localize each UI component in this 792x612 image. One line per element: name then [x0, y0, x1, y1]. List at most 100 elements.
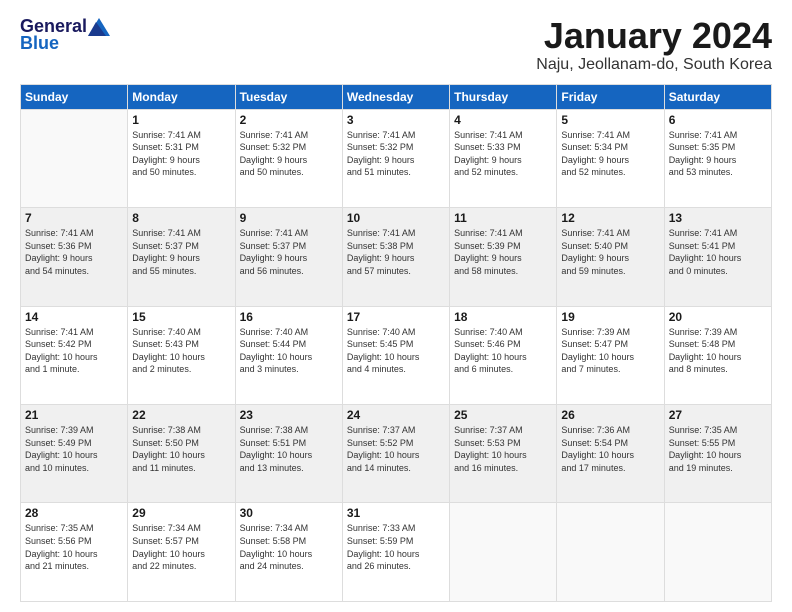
day-number: 2 — [240, 113, 338, 127]
table-row: 9 Sunrise: 7:41 AMSunset: 5:37 PMDaylight… — [235, 208, 342, 306]
day-number: 12 — [561, 211, 659, 225]
day-number: 6 — [669, 113, 767, 127]
table-row — [450, 503, 557, 602]
day-number: 14 — [25, 310, 123, 324]
day-info: Sunrise: 7:34 AMSunset: 5:58 PMDaylight:… — [240, 522, 338, 572]
day-number: 19 — [561, 310, 659, 324]
header-thursday: Thursday — [450, 84, 557, 109]
day-info: Sunrise: 7:39 AMSunset: 5:49 PMDaylight:… — [25, 424, 123, 474]
table-row: 17 Sunrise: 7:40 AMSunset: 5:45 PMDayligh… — [342, 306, 449, 404]
day-info: Sunrise: 7:40 AMSunset: 5:43 PMDaylight:… — [132, 326, 230, 376]
table-row: 22 Sunrise: 7:38 AMSunset: 5:50 PMDayligh… — [128, 405, 235, 503]
table-row: 25 Sunrise: 7:37 AMSunset: 5:53 PMDayligh… — [450, 405, 557, 503]
table-row: 7 Sunrise: 7:41 AMSunset: 5:36 PMDaylight… — [21, 208, 128, 306]
table-row: 24 Sunrise: 7:37 AMSunset: 5:52 PMDayligh… — [342, 405, 449, 503]
table-row: 5 Sunrise: 7:41 AMSunset: 5:34 PMDaylight… — [557, 109, 664, 207]
table-row: 1 Sunrise: 7:41 AMSunset: 5:31 PMDaylight… — [128, 109, 235, 207]
day-info: Sunrise: 7:40 AMSunset: 5:46 PMDaylight:… — [454, 326, 552, 376]
logo-blue-text: Blue — [20, 33, 59, 54]
header: General Blue January 2024 Naju, Jeollana… — [20, 16, 772, 74]
day-info: Sunrise: 7:41 AMSunset: 5:32 PMDaylight:… — [240, 129, 338, 179]
day-info: Sunrise: 7:34 AMSunset: 5:57 PMDaylight:… — [132, 522, 230, 572]
table-row — [664, 503, 771, 602]
day-number: 16 — [240, 310, 338, 324]
calendar-week-row: 1 Sunrise: 7:41 AMSunset: 5:31 PMDaylight… — [21, 109, 772, 207]
day-info: Sunrise: 7:39 AMSunset: 5:47 PMDaylight:… — [561, 326, 659, 376]
day-number: 3 — [347, 113, 445, 127]
table-row: 28 Sunrise: 7:35 AMSunset: 5:56 PMDayligh… — [21, 503, 128, 602]
day-info: Sunrise: 7:38 AMSunset: 5:51 PMDaylight:… — [240, 424, 338, 474]
title-section: January 2024 Naju, Jeollanam-do, South K… — [536, 16, 772, 74]
day-info: Sunrise: 7:37 AMSunset: 5:52 PMDaylight:… — [347, 424, 445, 474]
table-row: 19 Sunrise: 7:39 AMSunset: 5:47 PMDayligh… — [557, 306, 664, 404]
day-number: 25 — [454, 408, 552, 422]
table-row: 27Sunrise: 7:35 AMSunset: 5:55 PMDayligh… — [664, 405, 771, 503]
day-number: 22 — [132, 408, 230, 422]
day-number: 20 — [669, 310, 767, 324]
day-number: 10 — [347, 211, 445, 225]
day-info: Sunrise: 7:41 AMSunset: 5:37 PMDaylight:… — [240, 227, 338, 277]
day-info: Sunrise: 7:40 AMSunset: 5:45 PMDaylight:… — [347, 326, 445, 376]
day-number: 28 — [25, 506, 123, 520]
calendar-week-row: 21 Sunrise: 7:39 AMSunset: 5:49 PMDayligh… — [21, 405, 772, 503]
day-info: Sunrise: 7:41 AMSunset: 5:36 PMDaylight:… — [25, 227, 123, 277]
table-row — [557, 503, 664, 602]
day-number: 31 — [347, 506, 445, 520]
calendar-table: Sunday Monday Tuesday Wednesday Thursday… — [20, 84, 772, 602]
day-info: Sunrise: 7:41 AMSunset: 5:31 PMDaylight:… — [132, 129, 230, 179]
table-row: 8 Sunrise: 7:41 AMSunset: 5:37 PMDaylight… — [128, 208, 235, 306]
table-row: 11Sunrise: 7:41 AMSunset: 5:39 PMDayligh… — [450, 208, 557, 306]
header-friday: Friday — [557, 84, 664, 109]
day-info: Sunrise: 7:37 AMSunset: 5:53 PMDaylight:… — [454, 424, 552, 474]
calendar-week-row: 14Sunrise: 7:41 AMSunset: 5:42 PMDayligh… — [21, 306, 772, 404]
day-number: 21 — [25, 408, 123, 422]
day-info: Sunrise: 7:39 AMSunset: 5:48 PMDaylight:… — [669, 326, 767, 376]
day-number: 7 — [25, 211, 123, 225]
table-row: 31Sunrise: 7:33 AMSunset: 5:59 PMDayligh… — [342, 503, 449, 602]
day-info: Sunrise: 7:38 AMSunset: 5:50 PMDaylight:… — [132, 424, 230, 474]
day-info: Sunrise: 7:35 AMSunset: 5:55 PMDaylight:… — [669, 424, 767, 474]
day-number: 26 — [561, 408, 659, 422]
logo: General Blue — [20, 16, 111, 54]
day-info: Sunrise: 7:41 AMSunset: 5:34 PMDaylight:… — [561, 129, 659, 179]
table-row: 3Sunrise: 7:41 AMSunset: 5:32 PMDaylight… — [342, 109, 449, 207]
day-number: 4 — [454, 113, 552, 127]
day-number: 13 — [669, 211, 767, 225]
logo-icon — [88, 18, 110, 36]
header-tuesday: Tuesday — [235, 84, 342, 109]
day-info: Sunrise: 7:41 AMSunset: 5:38 PMDaylight:… — [347, 227, 445, 277]
day-number: 23 — [240, 408, 338, 422]
day-info: Sunrise: 7:41 AMSunset: 5:39 PMDaylight:… — [454, 227, 552, 277]
header-sunday: Sunday — [21, 84, 128, 109]
day-info: Sunrise: 7:41 AMSunset: 5:40 PMDaylight:… — [561, 227, 659, 277]
day-number: 1 — [132, 113, 230, 127]
day-info: Sunrise: 7:40 AMSunset: 5:44 PMDaylight:… — [240, 326, 338, 376]
day-number: 17 — [347, 310, 445, 324]
day-info: Sunrise: 7:41 AMSunset: 5:37 PMDaylight:… — [132, 227, 230, 277]
table-row: 16 Sunrise: 7:40 AMSunset: 5:44 PMDayligh… — [235, 306, 342, 404]
table-row: 26Sunrise: 7:36 AMSunset: 5:54 PMDayligh… — [557, 405, 664, 503]
day-info: Sunrise: 7:41 AMSunset: 5:41 PMDaylight:… — [669, 227, 767, 277]
day-number: 29 — [132, 506, 230, 520]
table-row: 2 Sunrise: 7:41 AMSunset: 5:32 PMDaylight… — [235, 109, 342, 207]
day-number: 30 — [240, 506, 338, 520]
table-row: 30 Sunrise: 7:34 AMSunset: 5:58 PMDayligh… — [235, 503, 342, 602]
table-row: 21 Sunrise: 7:39 AMSunset: 5:49 PMDayligh… — [21, 405, 128, 503]
calendar-header-row: Sunday Monday Tuesday Wednesday Thursday… — [21, 84, 772, 109]
day-info: Sunrise: 7:35 AMSunset: 5:56 PMDaylight:… — [25, 522, 123, 572]
table-row: 4 Sunrise: 7:41 AMSunset: 5:33 PMDaylight… — [450, 109, 557, 207]
day-number: 9 — [240, 211, 338, 225]
table-row: 18 Sunrise: 7:40 AMSunset: 5:46 PMDayligh… — [450, 306, 557, 404]
day-info: Sunrise: 7:41 AMSunset: 5:35 PMDaylight:… — [669, 129, 767, 179]
day-info: Sunrise: 7:41 AMSunset: 5:33 PMDaylight:… — [454, 129, 552, 179]
day-number: 5 — [561, 113, 659, 127]
day-number: 8 — [132, 211, 230, 225]
day-number: 24 — [347, 408, 445, 422]
table-row: 10 Sunrise: 7:41 AMSunset: 5:38 PMDayligh… — [342, 208, 449, 306]
location: Naju, Jeollanam-do, South Korea — [536, 56, 772, 74]
table-row — [21, 109, 128, 207]
day-number: 18 — [454, 310, 552, 324]
table-row: 6 Sunrise: 7:41 AMSunset: 5:35 PMDaylight… — [664, 109, 771, 207]
calendar-week-row: 7 Sunrise: 7:41 AMSunset: 5:36 PMDaylight… — [21, 208, 772, 306]
table-row: 14Sunrise: 7:41 AMSunset: 5:42 PMDayligh… — [21, 306, 128, 404]
